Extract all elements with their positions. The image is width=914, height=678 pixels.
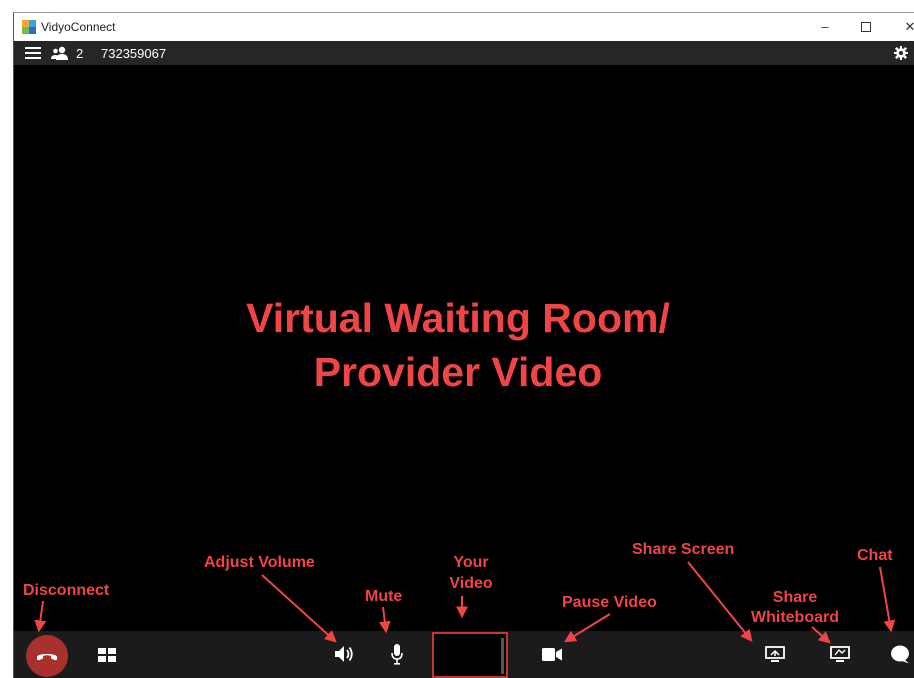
maximize-icon[interactable] [853,17,879,37]
participant-count: 2 [76,46,84,61]
app-title: VidyoConnect [41,20,116,34]
call-controls-bar [14,631,914,678]
video-stage: Virtual Waiting Room/ Provider Video [14,65,914,631]
annotation-adjust-volume: Adjust Volume [204,554,315,571]
self-view-edge [501,638,504,674]
share-screen-icon[interactable] [765,646,785,663]
annotation-mute: Mute [365,588,403,605]
chat-bubble-icon[interactable] [890,645,910,664]
room-id: 732359067 [101,46,167,61]
close-icon[interactable]: ✕ [897,17,914,37]
stage-title-line2: Provider Video [313,349,603,395]
annotation-your-video-2: Video [449,575,493,592]
whiteboard-icon[interactable] [830,646,850,663]
participants-icon[interactable] [51,46,69,60]
layout-grid-icon[interactable] [98,648,116,662]
annotation-share-screen: Share Screen [632,541,735,558]
vidyo-app-icon [22,20,36,34]
annotation-pause-video: Pause Video [562,594,657,611]
hamburger-menu-icon[interactable] [25,47,41,59]
disconnect-button[interactable] [26,635,68,677]
title-bar: VidyoConnect – ✕ [14,13,914,41]
top-toolbar: 2 732359067 [14,41,914,65]
speaker-icon[interactable] [335,645,355,663]
annotation-your-video-1: Your [453,554,489,571]
annotation-chat: Chat [857,547,893,564]
phone-hangup-icon [37,654,57,661]
minimize-icon[interactable]: – [812,17,838,37]
stage-title-line1: Virtual Waiting Room/ [246,295,670,341]
gear-icon[interactable] [894,46,908,60]
annotation-share-whiteboard-2: Whiteboard [751,609,839,626]
video-camera-icon[interactable] [542,648,562,661]
annotation-disconnect: Disconnect [23,582,110,599]
microphone-icon[interactable] [391,644,403,665]
self-view-thumbnail[interactable] [432,632,508,678]
annotation-share-whiteboard-1: Share [772,589,818,606]
